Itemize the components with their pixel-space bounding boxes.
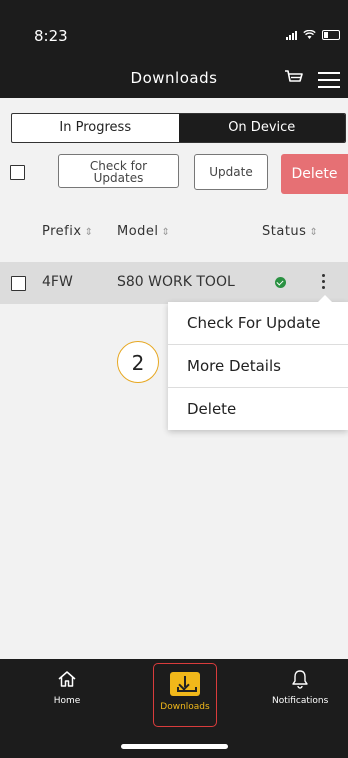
- battery-icon: [322, 30, 340, 40]
- row-prefix: 4FW: [42, 274, 73, 290]
- menu-icon[interactable]: [318, 72, 340, 93]
- step-callout: 2: [117, 341, 159, 383]
- nav-notifications-label: Notifications: [272, 696, 329, 706]
- bell-icon: [292, 670, 308, 689]
- tab-on-device[interactable]: On Device: [178, 114, 345, 142]
- select-all-checkbox[interactable]: [10, 165, 25, 180]
- delete-button[interactable]: Delete: [281, 154, 348, 194]
- action-bar: Check for Updates Update Delete: [0, 154, 348, 194]
- cart-icon[interactable]: [284, 69, 304, 87]
- home-indicator[interactable]: [121, 744, 228, 749]
- sort-icon: ⇕: [161, 227, 171, 238]
- nav-home[interactable]: Home: [48, 669, 86, 706]
- context-menu-arrow: [318, 295, 332, 302]
- check-for-updates-label: Check for Updates: [89, 159, 148, 185]
- menu-item-check-for-update[interactable]: Check For Update: [168, 302, 348, 345]
- column-model[interactable]: Model ⇕: [117, 224, 170, 239]
- tab-in-progress[interactable]: In Progress: [12, 114, 179, 142]
- menu-item-delete[interactable]: Delete: [168, 388, 348, 430]
- context-menu: Check For Update More Details Delete: [168, 295, 348, 430]
- status-icons: [286, 30, 340, 40]
- table-row[interactable]: 4FW S80 WORK TOOL: [0, 262, 348, 304]
- column-prefix-label: Prefix: [42, 224, 82, 239]
- home-icon: [58, 671, 76, 687]
- status-check-icon: [275, 277, 286, 288]
- column-model-label: Model: [117, 224, 159, 239]
- column-status[interactable]: Status ⇕: [262, 224, 318, 239]
- signal-icon: [286, 30, 297, 40]
- nav-downloads-label: Downloads: [160, 702, 210, 712]
- app-header: Downloads: [0, 60, 348, 98]
- row-model: S80 WORK TOOL: [117, 274, 235, 290]
- check-for-updates-button[interactable]: Check for Updates: [58, 154, 179, 188]
- column-prefix[interactable]: Prefix ⇕: [42, 224, 93, 239]
- nav-downloads[interactable]: Downloads: [153, 663, 217, 727]
- more-options-icon[interactable]: [322, 274, 326, 292]
- nav-notifications[interactable]: Notifications: [272, 669, 328, 706]
- download-tabs: In Progress On Device: [11, 113, 346, 143]
- sort-icon: ⇕: [309, 227, 319, 238]
- menu-item-more-details[interactable]: More Details: [168, 345, 348, 388]
- download-icon: [170, 672, 200, 696]
- status-time: 8:23: [34, 27, 68, 45]
- column-status-label: Status: [262, 224, 307, 239]
- wifi-icon: [303, 30, 316, 39]
- sort-icon: ⇕: [84, 227, 94, 238]
- row-checkbox[interactable]: [11, 276, 26, 291]
- status-bar: 8:23: [0, 0, 348, 60]
- nav-home-label: Home: [53, 696, 81, 706]
- update-button[interactable]: Update: [194, 154, 268, 190]
